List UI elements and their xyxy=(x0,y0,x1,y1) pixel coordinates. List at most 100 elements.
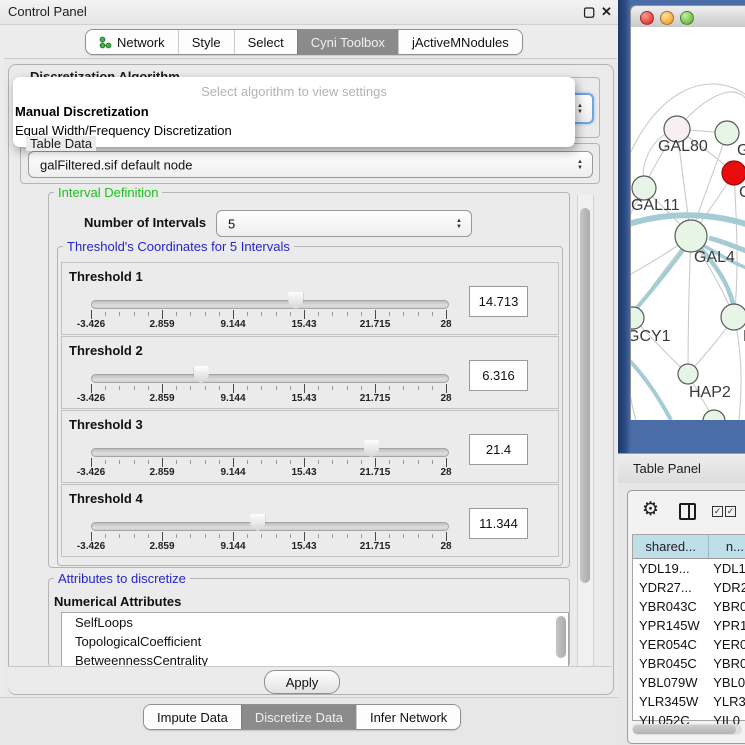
tab-infer-network[interactable]: Infer Network xyxy=(356,705,460,729)
tab-select[interactable]: Select xyxy=(234,30,297,54)
network-node-label: GCY1 xyxy=(631,328,671,345)
apply-button[interactable]: Apply xyxy=(264,670,340,694)
panel-scrollbar-thumb[interactable] xyxy=(580,208,590,583)
spinner-arrows-icon: ▲▼ xyxy=(456,218,462,230)
table-data-combobox[interactable]: galFiltered.sif default node ▲▼ xyxy=(28,151,593,178)
control-panel-titlebar: Control Panel ▢ ✕ xyxy=(0,0,618,25)
network-node-h[interactable] xyxy=(721,304,745,330)
tab-style[interactable]: Style xyxy=(178,30,234,54)
network-node-gcy1[interactable] xyxy=(631,307,644,329)
table-hscrollbar-track[interactable] xyxy=(632,724,742,735)
threshold-1-value-field[interactable]: 14.713 xyxy=(469,286,528,317)
network-node-label: C xyxy=(739,184,745,201)
threshold-1-label: Threshold 1 xyxy=(69,269,143,284)
table-row[interactable]: YBL079WYBL0 xyxy=(633,673,745,692)
table-cell: YBR045C xyxy=(633,654,709,673)
table-cell: YER054C xyxy=(633,635,709,654)
tab-discretize-data[interactable]: Discretize Data xyxy=(241,705,356,729)
table-row[interactable]: YPR145WYPR1 xyxy=(633,616,745,635)
table-cell: YBL0 xyxy=(709,673,745,692)
minimize-traffic-light[interactable] xyxy=(660,11,674,25)
network-graph: GAL80GACGAL11GAL4GCY1HHAP2 xyxy=(631,27,745,420)
algorithm-hint: Select algorithm to view settings xyxy=(13,84,575,99)
network-node-label: GA xyxy=(737,142,745,159)
network-canvas[interactable]: GAL80GACGAL11GAL4GCY1HHAP2 xyxy=(630,27,745,420)
network-edge[interactable] xyxy=(633,318,688,374)
table-cell: YER0 xyxy=(709,635,745,654)
tab-cyni-toolbox[interactable]: Cyni Toolbox xyxy=(297,30,398,54)
close-traffic-light[interactable] xyxy=(640,11,654,25)
attributes-group-label: Attributes to discretize xyxy=(54,571,190,586)
network-node-gal4[interactable] xyxy=(675,220,707,252)
table-hscrollbar-thumb[interactable] xyxy=(633,725,736,734)
table-cell: YPR1 xyxy=(709,616,745,635)
gear-icon[interactable]: ⚙ xyxy=(642,500,659,519)
attribute-item[interactable]: SelfLoops xyxy=(62,613,568,632)
table-cell: YBR043C xyxy=(633,597,709,616)
threshold-4-slider-track[interactable] xyxy=(91,522,449,531)
popup-option-manual[interactable]: Manual Discretization xyxy=(15,104,149,119)
threshold-4-value-field[interactable]: 11.344 xyxy=(469,508,528,539)
zoom-traffic-light[interactable] xyxy=(680,11,694,25)
table-column-header[interactable]: shared... xyxy=(633,535,709,558)
number-of-intervals-value: 5 xyxy=(228,216,235,231)
network-edge[interactable] xyxy=(734,317,741,420)
close-icon[interactable]: ✕ xyxy=(601,4,612,20)
attribute-item[interactable]: TopologicalCoefficient xyxy=(62,632,568,651)
tab-impute-data[interactable]: Impute Data xyxy=(144,705,241,729)
table-cell: YDL1 xyxy=(709,559,745,578)
interval-definition-label: Interval Definition xyxy=(54,185,162,200)
threshold-2-slider-track[interactable] xyxy=(91,374,449,383)
checkbox-icon[interactable]: ✓ xyxy=(712,506,723,517)
network-window-titlebar[interactable] xyxy=(630,5,745,29)
float-window-icon[interactable]: ▢ xyxy=(583,4,595,20)
table-cell: YDR27... xyxy=(633,578,709,597)
network-node-c[interactable] xyxy=(722,161,745,185)
combo-arrows-icon: ▲▼ xyxy=(577,159,583,171)
panel-title: Control Panel xyxy=(8,4,87,19)
table-row[interactable]: YLR345WYLR3 xyxy=(633,692,745,711)
table-body: shared...n... YDL19...YDL1YDR27...YDR2YB… xyxy=(632,534,745,721)
attribute-item[interactable]: BetweennessCentrality xyxy=(62,651,568,667)
bottom-bar: Impute DataDiscretize Data Infer Network xyxy=(0,697,618,745)
panel-scrollbar-track[interactable] xyxy=(577,195,594,692)
slider-tick-labels: -3.4262.8599.14415.4321.71528 xyxy=(91,319,447,331)
table-row[interactable]: YER054CYER0 xyxy=(633,635,745,654)
network-node-ga[interactable] xyxy=(715,121,739,145)
table-row[interactable]: YBR043CYBR0 xyxy=(633,597,745,616)
table-cell: YPR145W xyxy=(633,616,709,635)
network-node-label: HAP2 xyxy=(689,384,731,401)
tab-label: Infer Network xyxy=(370,710,447,725)
table-row[interactable]: YDR27...YDR2 xyxy=(633,578,745,597)
threshold-4-box: Threshold 4-3.4262.8599.14415.4321.71528… xyxy=(61,484,559,557)
column-layout-icon[interactable] xyxy=(679,503,696,520)
table-header-row: shared...n... xyxy=(633,535,745,559)
tab-label: Select xyxy=(248,35,284,50)
network-node[interactable] xyxy=(703,410,725,420)
network-node-hap2[interactable] xyxy=(678,364,698,384)
threshold-3-value-field[interactable]: 21.4 xyxy=(469,434,528,465)
table-row[interactable]: YBR045CYBR0 xyxy=(633,654,745,673)
tab-label: Style xyxy=(192,35,221,50)
numerical-attributes-list[interactable]: SelfLoopsTopologicalCoefficientBetweenne… xyxy=(61,612,569,667)
table-row[interactable]: YDL19...YDL1 xyxy=(633,559,745,578)
table-column-header[interactable]: n... xyxy=(709,535,745,558)
tab-jactivemnodules[interactable]: jActiveMNodules xyxy=(398,30,522,54)
threshold-1-slider-track[interactable] xyxy=(91,300,449,309)
table-cell: YDR2 xyxy=(709,578,745,597)
threshold-3-slider-track[interactable] xyxy=(91,448,449,457)
number-of-intervals-spinner[interactable]: 5 ▲▼ xyxy=(216,210,472,237)
network-edge[interactable] xyxy=(688,236,691,374)
checkbox-icon[interactable]: ✓ xyxy=(725,506,736,517)
node-table: ⚙ ✓ ✓ shared...n... YDL19...YDL1YDR27...… xyxy=(627,490,745,744)
threshold-4-label: Threshold 4 xyxy=(69,491,143,506)
attributes-scrollbar-thumb[interactable] xyxy=(556,616,566,658)
algorithm-dropdown-popup: Select algorithm to view settings Manual… xyxy=(13,77,575,147)
table-cell: YDL19... xyxy=(633,559,709,578)
table-cell: YBR0 xyxy=(709,597,745,616)
network-edge-thick[interactable] xyxy=(631,357,671,420)
tab-network[interactable]: Network xyxy=(86,30,178,54)
app-root: Control Panel ▢ ✕ Network Style Select Cyni… xyxy=(0,0,745,745)
threshold-2-value-field[interactable]: 6.316 xyxy=(469,360,528,391)
network-icon xyxy=(99,36,112,49)
